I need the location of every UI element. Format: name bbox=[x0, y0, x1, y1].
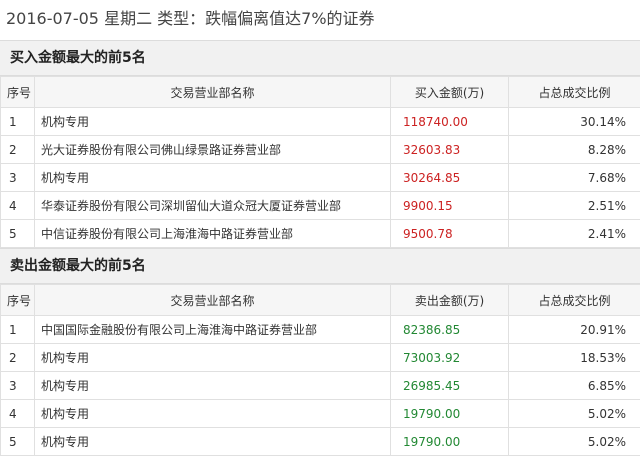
row-seq: 4 bbox=[0, 399, 35, 428]
row-seq: 1 bbox=[0, 107, 35, 136]
row-amount: 73003.92 bbox=[390, 343, 509, 372]
row-amount: 19790.00 bbox=[390, 427, 509, 456]
row-seq: 2 bbox=[0, 343, 35, 372]
row-ratio: 2.51% bbox=[508, 191, 640, 220]
column-header-dept: 交易营业部名称 bbox=[34, 284, 391, 316]
row-ratio: 2.41% bbox=[508, 219, 640, 248]
row-amount: 32603.83 bbox=[390, 135, 509, 164]
buy-section-header: 买入金额最大的前5名 bbox=[0, 41, 640, 76]
row-dept: 华泰证券股份有限公司深圳留仙大道众冠大厦证券营业部 bbox=[34, 191, 391, 220]
row-ratio: 20.91% bbox=[508, 315, 640, 344]
table-row: 2 光大证券股份有限公司佛山绿景路证券营业部 32603.83 8.28% bbox=[0, 135, 640, 164]
row-dept: 光大证券股份有限公司佛山绿景路证券营业部 bbox=[34, 135, 391, 164]
row-dept: 机构专用 bbox=[34, 399, 391, 428]
row-amount: 30264.85 bbox=[390, 163, 509, 192]
row-ratio: 30.14% bbox=[508, 107, 640, 136]
column-header-dept: 交易营业部名称 bbox=[34, 76, 391, 108]
table-row: 2 机构专用 73003.92 18.53% bbox=[0, 343, 640, 372]
column-header-sell-amount: 卖出金额(万) bbox=[390, 284, 509, 316]
row-amount: 26985.45 bbox=[390, 371, 509, 400]
row-amount: 118740.00 bbox=[390, 107, 509, 136]
table-row: 3 机构专用 26985.45 6.85% bbox=[0, 371, 640, 400]
row-ratio: 5.02% bbox=[508, 399, 640, 428]
row-seq: 4 bbox=[0, 191, 35, 220]
column-header-ratio: 占总成交比例 bbox=[508, 284, 640, 316]
table-row: 1 机构专用 118740.00 30.14% bbox=[0, 107, 640, 136]
row-amount: 9500.78 bbox=[390, 219, 509, 248]
table-row: 5 机构专用 19790.00 5.02% bbox=[0, 427, 640, 456]
row-seq: 3 bbox=[0, 163, 35, 192]
column-header-seq: 序号 bbox=[0, 76, 35, 108]
table-row: 1 中国国际金融股份有限公司上海淮海中路证券营业部 82386.85 20.91… bbox=[0, 315, 640, 344]
row-dept: 机构专用 bbox=[34, 163, 391, 192]
row-dept: 中信证券股份有限公司上海淮海中路证券营业部 bbox=[34, 219, 391, 248]
buy-table-header-row: 序号 交易营业部名称 买入金额(万) 占总成交比例 bbox=[0, 76, 640, 108]
row-seq: 5 bbox=[0, 427, 35, 456]
row-amount: 82386.85 bbox=[390, 315, 509, 344]
row-ratio: 7.68% bbox=[508, 163, 640, 192]
row-seq: 2 bbox=[0, 135, 35, 164]
sell-section: 卖出金额最大的前5名 序号 交易营业部名称 卖出金额(万) 占总成交比例 1 中… bbox=[0, 248, 640, 456]
row-ratio: 18.53% bbox=[508, 343, 640, 372]
column-header-seq: 序号 bbox=[0, 284, 35, 316]
row-dept: 机构专用 bbox=[34, 107, 391, 136]
row-seq: 3 bbox=[0, 371, 35, 400]
row-seq: 5 bbox=[0, 219, 35, 248]
sell-table-header-row: 序号 交易营业部名称 卖出金额(万) 占总成交比例 bbox=[0, 284, 640, 316]
row-dept: 中国国际金融股份有限公司上海淮海中路证券营业部 bbox=[34, 315, 391, 344]
page-title: 2016-07-05 星期二 类型：跌幅偏离值达7%的证券 bbox=[6, 9, 375, 28]
row-ratio: 5.02% bbox=[508, 427, 640, 456]
row-seq: 1 bbox=[0, 315, 35, 344]
row-dept: 机构专用 bbox=[34, 427, 391, 456]
buy-table: 序号 交易营业部名称 买入金额(万) 占总成交比例 1 机构专用 118740.… bbox=[0, 76, 640, 248]
row-amount: 9900.15 bbox=[390, 191, 509, 220]
table-row: 4 华泰证券股份有限公司深圳留仙大道众冠大厦证券营业部 9900.15 2.51… bbox=[0, 191, 640, 220]
buy-section: 买入金额最大的前5名 序号 交易营业部名称 买入金额(万) 占总成交比例 1 机… bbox=[0, 40, 640, 248]
table-row: 5 中信证券股份有限公司上海淮海中路证券营业部 9500.78 2.41% bbox=[0, 219, 640, 248]
row-dept: 机构专用 bbox=[34, 343, 391, 372]
sell-table: 序号 交易营业部名称 卖出金额(万) 占总成交比例 1 中国国际金融股份有限公司… bbox=[0, 284, 640, 456]
column-header-ratio: 占总成交比例 bbox=[508, 76, 640, 108]
table-row: 3 机构专用 30264.85 7.68% bbox=[0, 163, 640, 192]
sell-section-header: 卖出金额最大的前5名 bbox=[0, 249, 640, 284]
column-header-buy-amount: 买入金额(万) bbox=[390, 76, 509, 108]
row-ratio: 8.28% bbox=[508, 135, 640, 164]
row-dept: 机构专用 bbox=[34, 371, 391, 400]
row-amount: 19790.00 bbox=[390, 399, 509, 428]
row-ratio: 6.85% bbox=[508, 371, 640, 400]
table-row: 4 机构专用 19790.00 5.02% bbox=[0, 399, 640, 428]
